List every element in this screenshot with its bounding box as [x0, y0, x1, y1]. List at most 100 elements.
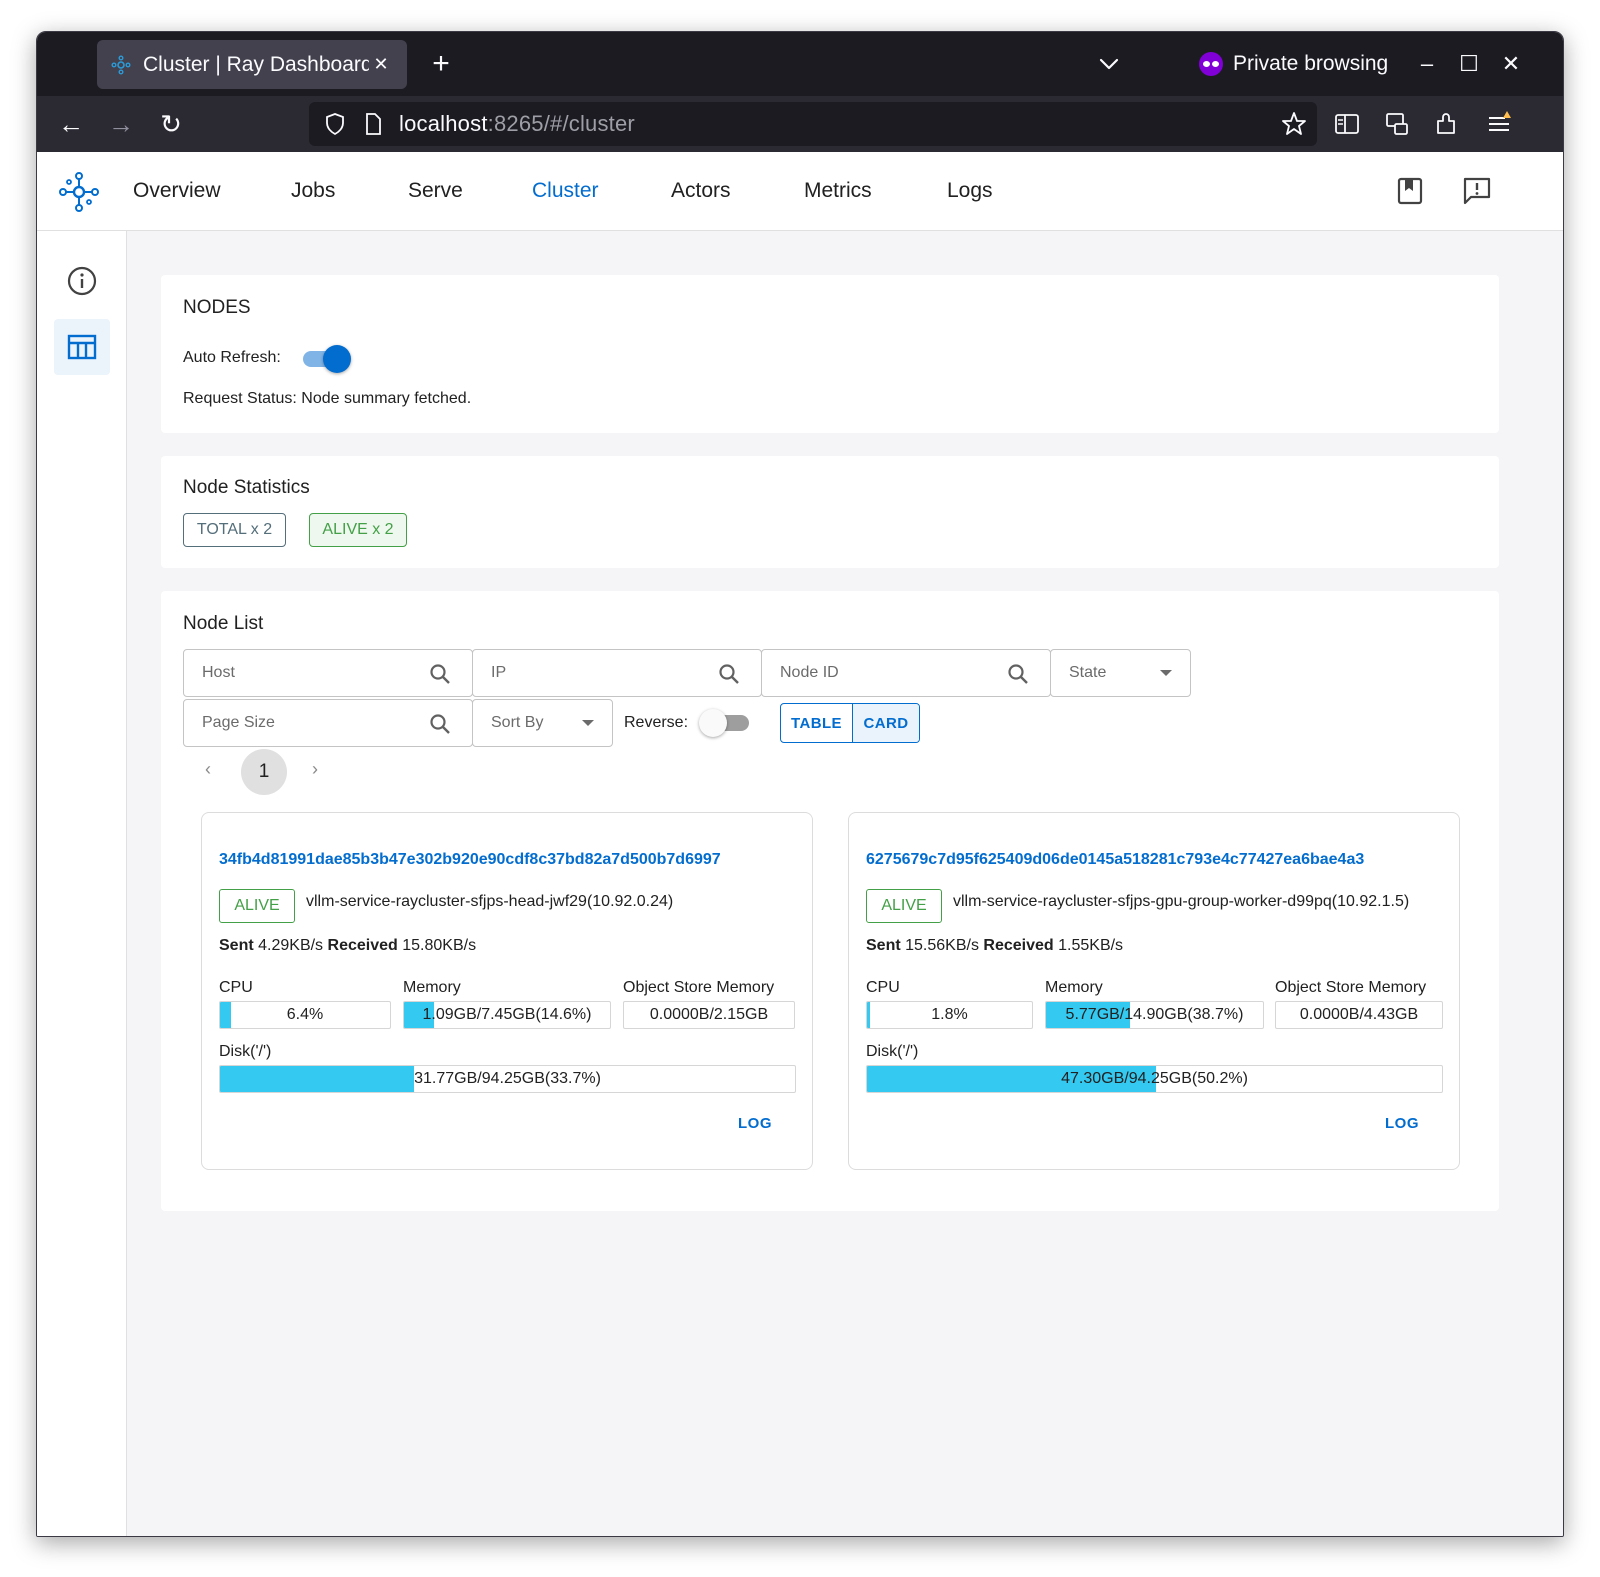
nodes-title: NODES — [183, 297, 251, 318]
sent-label: Sent — [866, 937, 901, 954]
memory-usage-bar: 5.77GB/14.90GB(38.7%) — [1045, 1001, 1264, 1029]
forward-button[interactable]: → — [103, 106, 139, 142]
host-filter-input[interactable]: Host — [183, 649, 473, 697]
maximize-button[interactable]: ☐ — [1451, 46, 1487, 82]
feedback-icon[interactable] — [1462, 176, 1492, 206]
state-select[interactable]: State — [1050, 649, 1191, 697]
page-info-icon[interactable] — [361, 112, 385, 136]
sidebar-toggle-icon[interactable] — [1333, 110, 1361, 138]
minimize-button[interactable]: – — [1409, 46, 1445, 82]
page-size-input[interactable]: Page Size — [183, 699, 473, 747]
nav-serve[interactable]: Serve — [408, 179, 463, 203]
dropdown-caret-icon — [1160, 670, 1172, 676]
ip-filter-input[interactable]: IP — [472, 649, 762, 697]
page-size-placeholder: Page Size — [202, 714, 275, 731]
tab-strip: Cluster | Ray Dashboard ✕ + Private brow… — [37, 32, 1563, 96]
docs-book-icon[interactable] — [1395, 176, 1425, 206]
alive-nodes-chip: ALIVE x 2 — [309, 513, 407, 547]
reverse-toggle[interactable] — [699, 707, 753, 737]
search-icon[interactable] — [717, 662, 741, 686]
nav-cluster[interactable]: Cluster — [532, 179, 599, 203]
object-store-usage-bar: 0.0000B/4.43GB — [1275, 1001, 1443, 1029]
auto-refresh-label: Auto Refresh: — [183, 349, 281, 366]
sort-by-label: Sort By — [491, 714, 544, 731]
list-all-tabs-chevron-icon[interactable] — [1093, 48, 1125, 80]
toggle-knob — [699, 709, 727, 737]
tab-ray-dashboard[interactable]: Cluster | Ray Dashboard ✕ — [97, 40, 407, 89]
nav-actors[interactable]: Actors — [671, 179, 731, 203]
nav-logs[interactable]: Logs — [947, 179, 993, 203]
table-view-icon — [67, 334, 97, 360]
reload-button[interactable]: ↻ — [153, 106, 189, 142]
reverse-label: Reverse: — [624, 714, 689, 731]
cpu-usage-text: 1.8% — [931, 1006, 968, 1023]
node-list-card: Node List Host IP Node ID State Page Siz… — [161, 591, 1499, 1211]
tracking-shield-icon[interactable] — [323, 112, 347, 136]
node-statistics-card: Node Statistics TOTAL x 2 ALIVE x 2 — [161, 456, 1499, 568]
received-label: Received — [327, 937, 398, 954]
auto-refresh-toggle[interactable] — [299, 343, 353, 373]
url-path: :8265/#/cluster — [487, 111, 635, 136]
app-menu-icon[interactable] — [1485, 110, 1513, 138]
card-view-button[interactable]: CARD — [853, 704, 919, 742]
url-text[interactable]: localhost:8265/#/cluster — [399, 111, 635, 137]
back-button[interactable]: ← — [53, 106, 89, 142]
url-bar[interactable]: localhost:8265/#/cluster — [309, 102, 1317, 146]
table-view-button[interactable]: TABLE — [781, 704, 853, 742]
cpu-usage-bar: 1.8% — [866, 1001, 1033, 1029]
ip-placeholder: IP — [491, 664, 507, 681]
node-id-link[interactable]: 34fb4d81991dae85b3b47e302b920e90cdf8c37b… — [219, 851, 721, 869]
search-icon[interactable] — [428, 662, 452, 686]
disk-usage-text: 47.30GB/94.25GB(50.2%) — [1061, 1070, 1248, 1087]
node-card: 34fb4d81991dae85b3b47e302b920e90cdf8c37b… — [201, 812, 813, 1170]
search-icon[interactable] — [1006, 662, 1030, 686]
received-value: 1.55KB/s — [1058, 937, 1124, 954]
previous-page-button[interactable]: ‹ — [205, 759, 211, 780]
tab-close-icon[interactable]: ✕ — [369, 54, 393, 75]
node-id-link[interactable]: 6275679c7d95f625409d06de0145a518281c793e… — [866, 851, 1364, 869]
node-state-badge: ALIVE — [219, 889, 295, 923]
memory-usage-text: 1.09GB/7.45GB(14.6%) — [422, 1006, 592, 1023]
nav-jobs[interactable]: Jobs — [291, 179, 335, 203]
object-store-label: Object Store Memory — [1275, 979, 1427, 996]
sent-value: 15.56KB/s — [905, 937, 979, 954]
node-state-badge: ALIVE — [866, 889, 942, 923]
network-stats: Sent 15.56KB/s Received 1.55KB/s — [866, 937, 1123, 955]
node-id-placeholder: Node ID — [780, 664, 839, 681]
ray-logo-icon[interactable] — [57, 170, 101, 214]
next-page-button[interactable]: › — [312, 759, 318, 780]
disk-label: Disk('/') — [866, 1043, 919, 1060]
sync-devices-icon[interactable] — [1383, 110, 1411, 138]
close-window-button[interactable]: ✕ — [1493, 46, 1529, 82]
nav-overview[interactable]: Overview — [133, 179, 221, 203]
private-browsing-indicator: Private browsing — [1199, 46, 1388, 82]
ray-dashboard-app: Overview Jobs Serve Cluster Actors Metri… — [37, 152, 1563, 1536]
received-value: 15.80KB/s — [402, 937, 477, 954]
side-nav-info[interactable] — [54, 253, 110, 309]
memory-label: Memory — [1045, 979, 1103, 996]
node-card: 6275679c7d95f625409d06de0145a518281c793e… — [848, 812, 1460, 1170]
cpu-usage-bar: 6.4% — [219, 1001, 391, 1029]
node-host: vllm-service-raycluster-sfjps-head-jwf29… — [306, 893, 674, 910]
memory-label: Memory — [403, 979, 461, 996]
node-id-filter-input[interactable]: Node ID — [761, 649, 1051, 697]
nav-metrics[interactable]: Metrics — [804, 179, 872, 203]
toggle-knob — [323, 345, 351, 373]
sort-by-select[interactable]: Sort By — [472, 699, 613, 747]
nodes-card: NODES Auto Refresh: Request Status: Node… — [161, 275, 1499, 433]
log-button[interactable]: LOG — [738, 1115, 772, 1132]
page-1-button[interactable]: 1 — [241, 749, 287, 795]
info-icon — [67, 266, 97, 296]
search-icon[interactable] — [428, 712, 452, 736]
cpu-label: CPU — [219, 979, 253, 996]
object-store-usage-bar: 0.0000B/2.15GB — [623, 1001, 795, 1029]
object-store-usage-text: 0.0000B/4.43GB — [1299, 1006, 1419, 1023]
node-list-title: Node List — [183, 613, 264, 634]
disk-usage-text: 31.77GB/94.25GB(33.7%) — [414, 1070, 601, 1087]
new-tab-button[interactable]: + — [423, 46, 459, 82]
side-nav-table[interactable] — [54, 319, 110, 375]
extensions-puzzle-icon[interactable] — [1433, 110, 1461, 138]
log-button[interactable]: LOG — [1385, 1115, 1419, 1132]
cpu-usage-text: 6.4% — [286, 1006, 324, 1023]
bookmark-star-icon[interactable] — [1281, 111, 1307, 137]
